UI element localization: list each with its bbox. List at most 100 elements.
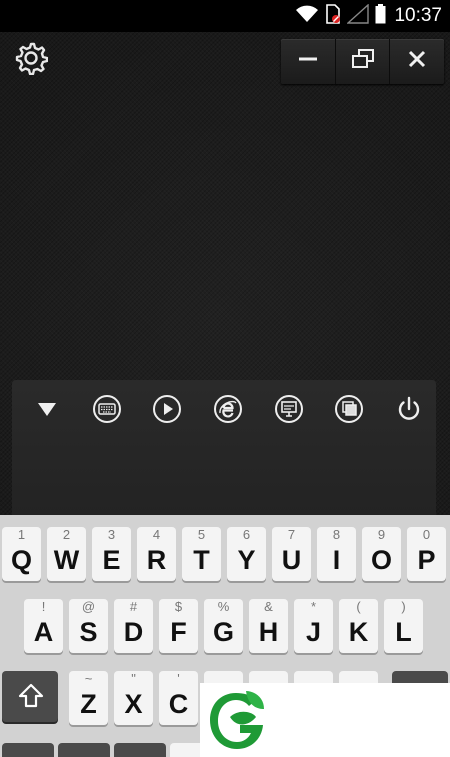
key-hint: ~ xyxy=(84,671,93,686)
window-controls xyxy=(281,39,444,84)
browser-button[interactable] xyxy=(209,392,247,430)
shift-key[interactable] xyxy=(2,671,58,722)
key-label: T xyxy=(193,545,210,575)
media-play-button[interactable] xyxy=(148,392,186,430)
key-hint: 6 xyxy=(242,527,251,542)
key-label: X xyxy=(124,689,143,719)
collapse-button[interactable] xyxy=(28,392,66,430)
watermark-logo-box xyxy=(200,683,450,757)
key-r[interactable]: 4 R xyxy=(137,527,176,581)
key-label: J xyxy=(305,617,322,647)
key-hint: % xyxy=(217,599,230,614)
key-hint: 1 xyxy=(17,527,26,542)
key-y[interactable]: 6 Y xyxy=(227,527,266,581)
key-label: K xyxy=(348,617,369,647)
key-hint: " xyxy=(131,671,136,686)
collapse-down-icon xyxy=(36,400,58,423)
key-h[interactable]: & H xyxy=(249,599,288,653)
key-label: Y xyxy=(237,545,256,575)
gear-icon xyxy=(14,41,49,80)
key-label: O xyxy=(370,545,392,575)
key-row4-partial[interactable] xyxy=(2,743,54,757)
restore-button[interactable] xyxy=(336,39,391,84)
key-d[interactable]: # D xyxy=(114,599,153,653)
key-w[interactable]: 2 W xyxy=(47,527,86,581)
key-q[interactable]: 1 Q xyxy=(2,527,41,581)
key-x[interactable]: " X xyxy=(114,671,153,725)
keyboard-button[interactable] xyxy=(88,392,126,430)
shift-arrow-icon xyxy=(18,683,44,714)
key-i[interactable]: 8 I xyxy=(317,527,356,581)
key-label: D xyxy=(123,617,144,647)
key-hint: ! xyxy=(41,599,46,614)
key-label: I xyxy=(332,545,341,575)
settings-button[interactable] xyxy=(14,41,49,80)
window-switch-button[interactable] xyxy=(330,392,368,430)
key-f[interactable]: $ F xyxy=(159,599,198,653)
key-hint: ' xyxy=(177,671,180,686)
key-hint: 5 xyxy=(197,527,206,542)
key-g[interactable]: % G xyxy=(204,599,243,653)
key-l[interactable]: ) L xyxy=(384,599,423,653)
key-row4-partial[interactable] xyxy=(58,743,110,757)
close-button[interactable] xyxy=(390,39,444,84)
key-hint: ) xyxy=(401,599,406,614)
key-label: H xyxy=(258,617,279,647)
window-switch-icon xyxy=(334,394,364,429)
toolbar-panel xyxy=(12,380,436,516)
close-icon xyxy=(407,49,427,74)
key-hint: 7 xyxy=(287,527,296,542)
key-hint: 9 xyxy=(377,527,386,542)
wifi-icon xyxy=(295,4,319,29)
key-label: U xyxy=(281,545,302,575)
key-label: P xyxy=(417,545,436,575)
key-hint: $ xyxy=(174,599,183,614)
key-z[interactable]: ~ Z xyxy=(69,671,108,725)
key-a[interactable]: ! A xyxy=(24,599,63,653)
key-label: Z xyxy=(80,689,97,719)
key-label: S xyxy=(79,617,98,647)
status-icons: 10:37 xyxy=(295,2,442,29)
key-hint: @ xyxy=(81,599,96,614)
key-label: C xyxy=(168,689,189,719)
key-hint: ( xyxy=(356,599,361,614)
key-label: L xyxy=(395,617,412,647)
key-u[interactable]: 7 U xyxy=(272,527,311,581)
key-j[interactable]: * J xyxy=(294,599,333,653)
key-label: A xyxy=(33,617,54,647)
presentation-button[interactable] xyxy=(270,392,308,430)
key-k[interactable]: ( K xyxy=(339,599,378,653)
power-button[interactable] xyxy=(390,392,428,430)
key-label: R xyxy=(146,545,167,575)
key-p[interactable]: 0 P xyxy=(407,527,446,581)
key-hint: & xyxy=(264,599,273,614)
key-row4-partial[interactable] xyxy=(114,743,166,757)
signal-icon xyxy=(346,2,370,29)
leaf-logo-icon xyxy=(206,687,266,753)
play-icon xyxy=(152,394,182,429)
presentation-icon xyxy=(274,394,304,429)
key-t[interactable]: 5 T xyxy=(182,527,221,581)
status-bar: 10:37 xyxy=(0,0,450,32)
clock: 10:37 xyxy=(394,5,442,26)
minimize-button[interactable] xyxy=(281,39,336,84)
key-hint: 8 xyxy=(332,527,341,542)
key-label: E xyxy=(102,545,121,575)
key-label: F xyxy=(170,617,187,647)
key-label: W xyxy=(53,545,80,575)
key-hint: 3 xyxy=(107,527,116,542)
keyboard-icon xyxy=(92,394,122,429)
key-c[interactable]: ' C xyxy=(159,671,198,725)
key-e[interactable]: 3 E xyxy=(92,527,131,581)
battery-icon xyxy=(375,3,386,29)
key-s[interactable]: @ S xyxy=(69,599,108,653)
key-hint: 2 xyxy=(62,527,71,542)
key-hint: 0 xyxy=(422,527,431,542)
key-hint: # xyxy=(129,599,138,614)
power-icon xyxy=(394,394,424,429)
key-o[interactable]: 9 O xyxy=(362,527,401,581)
minimize-icon xyxy=(298,49,318,74)
toolbar-row xyxy=(12,392,436,430)
sim-card-blocked-icon xyxy=(325,3,341,29)
key-label: G xyxy=(212,617,234,647)
